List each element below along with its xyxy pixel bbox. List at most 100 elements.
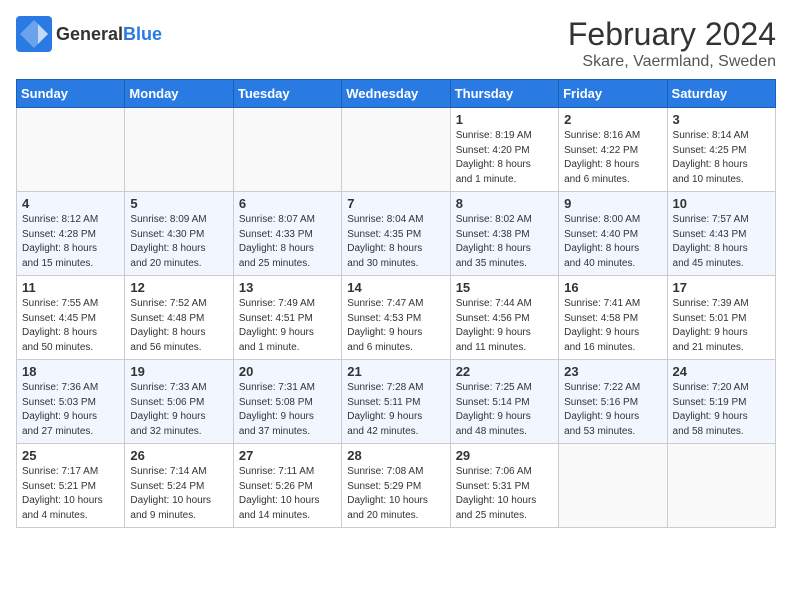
day-info: Sunrise: 7:33 AM Sunset: 5:06 PM Dayligh… [130,381,227,439]
calendar-cell: 24 Sunrise: 7:20 AM Sunset: 5:19 PM Dayli… [667,360,775,444]
day-number: 9 [564,196,661,211]
day-info: Sunrise: 8:12 AM Sunset: 4:28 PM Dayligh… [22,213,119,271]
day-number: 26 [130,448,227,463]
day-number: 6 [239,196,336,211]
day-number: 11 [22,280,119,295]
calendar-cell: 6 Sunrise: 8:07 AM Sunset: 4:33 PM Daylig… [233,192,341,276]
calendar-cell: 12 Sunrise: 7:52 AM Sunset: 4:48 PM Dayli… [125,276,233,360]
day-number: 3 [673,112,770,127]
day-number: 16 [564,280,661,295]
day-number: 23 [564,364,661,379]
day-number: 4 [22,196,119,211]
calendar-cell: 1 Sunrise: 8:19 AM Sunset: 4:20 PM Daylig… [450,108,558,192]
day-info: Sunrise: 8:07 AM Sunset: 4:33 PM Dayligh… [239,213,336,271]
calendar-cell [125,108,233,192]
weekday-header-monday: Monday [125,80,233,108]
day-number: 10 [673,196,770,211]
calendar-cell: 29 Sunrise: 7:06 AM Sunset: 5:31 PM Dayli… [450,444,558,528]
calendar-cell [233,108,341,192]
day-number: 15 [456,280,553,295]
day-info: Sunrise: 7:41 AM Sunset: 4:58 PM Dayligh… [564,297,661,355]
calendar-cell: 2 Sunrise: 8:16 AM Sunset: 4:22 PM Daylig… [559,108,667,192]
day-number: 17 [673,280,770,295]
day-number: 5 [130,196,227,211]
calendar-cell: 19 Sunrise: 7:33 AM Sunset: 5:06 PM Dayli… [125,360,233,444]
calendar-cell: 13 Sunrise: 7:49 AM Sunset: 4:51 PM Dayli… [233,276,341,360]
day-number: 27 [239,448,336,463]
day-number: 8 [456,196,553,211]
calendar-cell: 28 Sunrise: 7:08 AM Sunset: 5:29 PM Dayli… [342,444,450,528]
calendar-cell: 16 Sunrise: 7:41 AM Sunset: 4:58 PM Dayli… [559,276,667,360]
day-info: Sunrise: 8:16 AM Sunset: 4:22 PM Dayligh… [564,129,661,187]
calendar-week-row: 4 Sunrise: 8:12 AM Sunset: 4:28 PM Daylig… [17,192,776,276]
calendar-cell: 20 Sunrise: 7:31 AM Sunset: 5:08 PM Dayli… [233,360,341,444]
calendar-cell: 18 Sunrise: 7:36 AM Sunset: 5:03 PM Dayli… [17,360,125,444]
day-info: Sunrise: 7:20 AM Sunset: 5:19 PM Dayligh… [673,381,770,439]
logo: GeneralBlue [16,16,162,52]
calendar-cell: 27 Sunrise: 7:11 AM Sunset: 5:26 PM Dayli… [233,444,341,528]
calendar-cell: 4 Sunrise: 8:12 AM Sunset: 4:28 PM Daylig… [17,192,125,276]
day-info: Sunrise: 7:47 AM Sunset: 4:53 PM Dayligh… [347,297,444,355]
weekday-header-thursday: Thursday [450,80,558,108]
day-number: 28 [347,448,444,463]
calendar-cell: 14 Sunrise: 7:47 AM Sunset: 4:53 PM Dayli… [342,276,450,360]
day-info: Sunrise: 8:04 AM Sunset: 4:35 PM Dayligh… [347,213,444,271]
weekday-header-friday: Friday [559,80,667,108]
day-number: 18 [22,364,119,379]
day-number: 1 [456,112,553,127]
day-info: Sunrise: 7:31 AM Sunset: 5:08 PM Dayligh… [239,381,336,439]
day-info: Sunrise: 7:57 AM Sunset: 4:43 PM Dayligh… [673,213,770,271]
day-info: Sunrise: 7:52 AM Sunset: 4:48 PM Dayligh… [130,297,227,355]
calendar-cell [667,444,775,528]
day-info: Sunrise: 7:14 AM Sunset: 5:24 PM Dayligh… [130,465,227,523]
calendar-cell [17,108,125,192]
calendar-cell: 26 Sunrise: 7:14 AM Sunset: 5:24 PM Dayli… [125,444,233,528]
title-block: February 2024 Skare, Vaermland, Sweden [568,16,776,71]
calendar-cell: 15 Sunrise: 7:44 AM Sunset: 4:56 PM Dayli… [450,276,558,360]
calendar-cell: 9 Sunrise: 8:00 AM Sunset: 4:40 PM Daylig… [559,192,667,276]
day-info: Sunrise: 7:22 AM Sunset: 5:16 PM Dayligh… [564,381,661,439]
day-info: Sunrise: 7:49 AM Sunset: 4:51 PM Dayligh… [239,297,336,355]
day-number: 29 [456,448,553,463]
day-info: Sunrise: 7:39 AM Sunset: 5:01 PM Dayligh… [673,297,770,355]
day-number: 7 [347,196,444,211]
main-title: February 2024 [568,16,776,53]
weekday-header-tuesday: Tuesday [233,80,341,108]
day-number: 2 [564,112,661,127]
day-info: Sunrise: 7:55 AM Sunset: 4:45 PM Dayligh… [22,297,119,355]
calendar-cell: 7 Sunrise: 8:04 AM Sunset: 4:35 PM Daylig… [342,192,450,276]
calendar-week-row: 1 Sunrise: 8:19 AM Sunset: 4:20 PM Daylig… [17,108,776,192]
day-info: Sunrise: 7:08 AM Sunset: 5:29 PM Dayligh… [347,465,444,523]
day-number: 14 [347,280,444,295]
calendar-header-row: SundayMondayTuesdayWednesdayThursdayFrid… [17,80,776,108]
calendar-cell: 23 Sunrise: 7:22 AM Sunset: 5:16 PM Dayli… [559,360,667,444]
logo-general: General [56,24,123,44]
calendar-cell: 8Sunrise: 8:02 AM Sunset: 4:38 PM Daylig… [450,192,558,276]
calendar-week-row: 11 Sunrise: 7:55 AM Sunset: 4:45 PM Dayli… [17,276,776,360]
day-number: 21 [347,364,444,379]
calendar-cell: 10 Sunrise: 7:57 AM Sunset: 4:43 PM Dayli… [667,192,775,276]
day-info: Sunrise: 7:36 AM Sunset: 5:03 PM Dayligh… [22,381,119,439]
day-info: Sunrise: 7:11 AM Sunset: 5:26 PM Dayligh… [239,465,336,523]
logo-blue: Blue [123,24,162,44]
day-number: 19 [130,364,227,379]
day-number: 12 [130,280,227,295]
day-number: 13 [239,280,336,295]
day-info: Sunrise: 7:44 AM Sunset: 4:56 PM Dayligh… [456,297,553,355]
calendar-cell [342,108,450,192]
calendar-cell: 11 Sunrise: 7:55 AM Sunset: 4:45 PM Dayli… [17,276,125,360]
day-number: 24 [673,364,770,379]
calendar-cell: 3 Sunrise: 8:14 AM Sunset: 4:25 PM Daylig… [667,108,775,192]
day-info: Sunrise: 8:00 AM Sunset: 4:40 PM Dayligh… [564,213,661,271]
calendar-week-row: 25Sunrise: 7:17 AM Sunset: 5:21 PM Dayli… [17,444,776,528]
day-info: Sunrise: 7:06 AM Sunset: 5:31 PM Dayligh… [456,465,553,523]
day-info: Sunrise: 7:25 AM Sunset: 5:14 PM Dayligh… [456,381,553,439]
day-info: Sunrise: 8:19 AM Sunset: 4:20 PM Dayligh… [456,129,553,187]
page-header: GeneralBlue February 2024 Skare, Vaermla… [16,16,776,71]
day-number: 20 [239,364,336,379]
day-number: 22 [456,364,553,379]
calendar-cell: 17 Sunrise: 7:39 AM Sunset: 5:01 PM Dayli… [667,276,775,360]
day-info: Sunrise: 7:28 AM Sunset: 5:11 PM Dayligh… [347,381,444,439]
calendar-cell: 21 Sunrise: 7:28 AM Sunset: 5:11 PM Dayli… [342,360,450,444]
day-info: Sunrise: 8:14 AM Sunset: 4:25 PM Dayligh… [673,129,770,187]
